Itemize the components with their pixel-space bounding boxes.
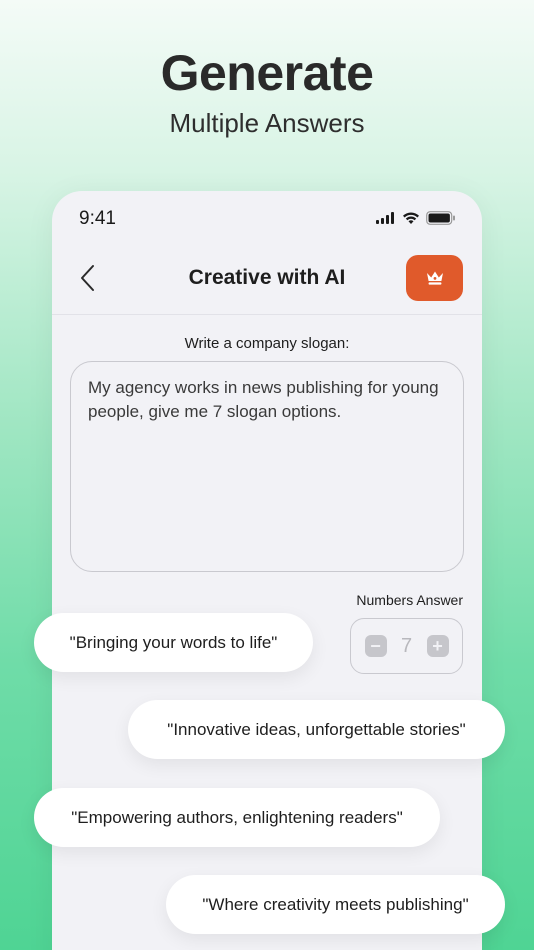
battery-icon	[426, 211, 455, 225]
answer-count-stepper[interactable]: − 7 +	[350, 618, 463, 674]
prompt-label: Write a company slogan:	[184, 335, 350, 352]
header-divider	[52, 314, 482, 315]
answer-bubble: "Where creativity meets publishing"	[166, 875, 505, 934]
crown-icon	[426, 271, 443, 285]
answer-bubble: "Innovative ideas, unforgettable stories…	[128, 700, 505, 759]
hero-title: Generate	[160, 45, 374, 101]
answer-bubble: "Empowering authors, enlightening reader…	[34, 788, 440, 847]
minus-icon[interactable]: −	[364, 635, 387, 657]
signal-icon	[376, 212, 394, 224]
premium-button[interactable]	[406, 255, 463, 301]
status-icons	[376, 211, 456, 225]
prompt-input[interactable]: My agency works in news publishing for y…	[70, 361, 464, 572]
status-time: 9:41	[79, 208, 116, 229]
plus-icon[interactable]: +	[426, 635, 449, 657]
wifi-icon	[403, 212, 419, 224]
answer-count-value: 7	[400, 634, 413, 657]
numbers-answer-label: Numbers Answer	[356, 592, 463, 608]
answer-bubble: "Bringing your words to life"	[34, 613, 313, 672]
hero-subtitle: Multiple Answers	[169, 108, 365, 138]
